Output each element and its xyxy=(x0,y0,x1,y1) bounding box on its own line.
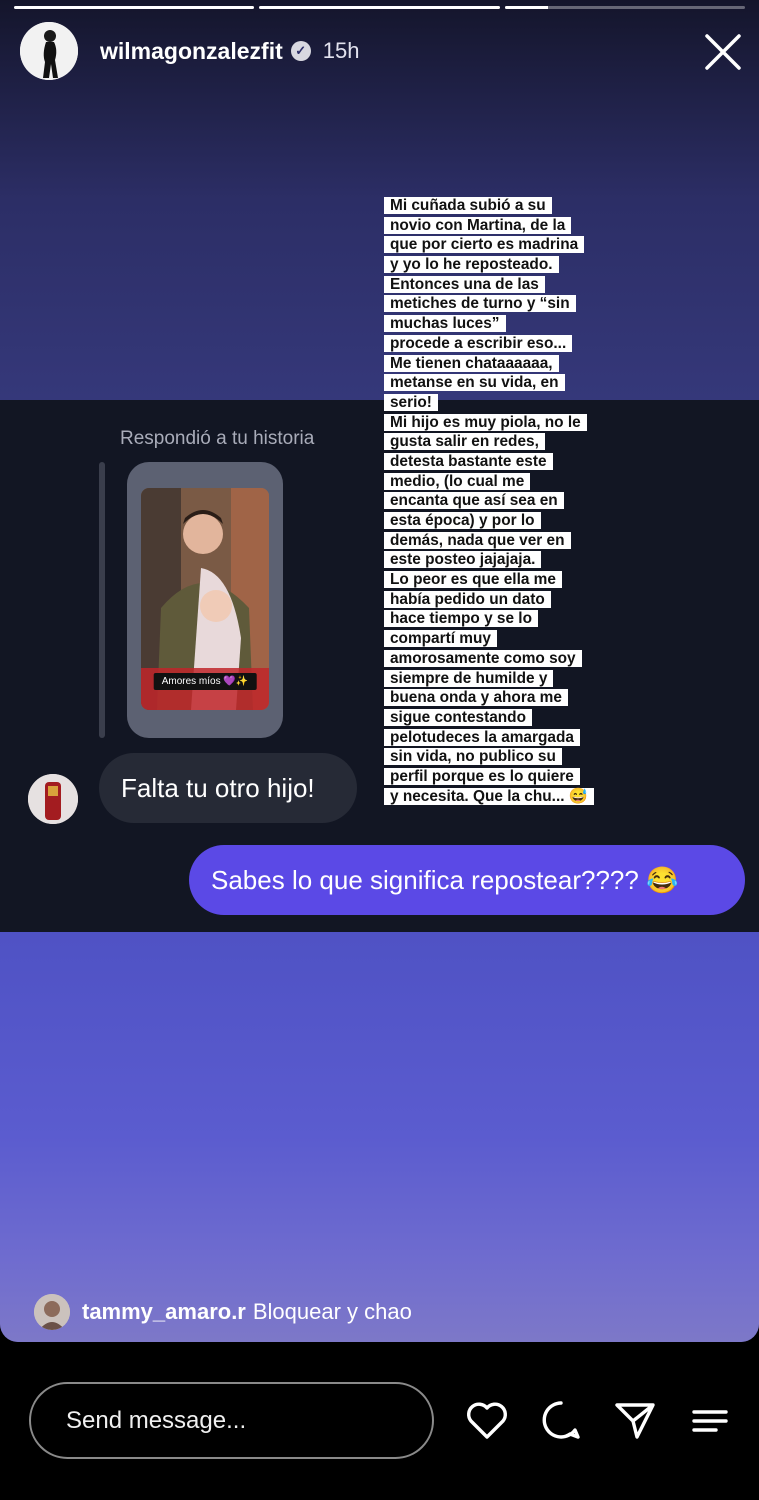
note-line: Me tienen chataaaaaa, xyxy=(384,354,614,374)
note-line-text: serio! xyxy=(384,393,438,411)
mention-username[interactable]: tammy_amaro.r xyxy=(82,1299,246,1325)
story-background-gradient xyxy=(0,932,759,1342)
note-line: metiches de turno y “sin xyxy=(384,294,614,314)
story-time: 15h xyxy=(322,38,360,63)
verified-check-icon: ✓ xyxy=(290,41,311,61)
note-line: medio, (lo cual me xyxy=(384,472,614,492)
note-line: compartí muy xyxy=(384,629,614,649)
replied-to-story-label: Respondió a tu historia xyxy=(120,428,315,449)
note-line: Lo peor es que ella me xyxy=(384,570,614,590)
heart-icon[interactable] xyxy=(465,1398,509,1442)
note-line: Entonces una de las xyxy=(384,275,614,295)
note-line-text: Me tienen chataaaaaa, xyxy=(384,354,559,372)
note-line-text: y necesita. Que la chu... 😅 xyxy=(384,787,594,805)
send-message-input[interactable] xyxy=(29,1382,434,1459)
note-line-text: perfil porque es lo quiere xyxy=(384,767,580,785)
menu-icon[interactable] xyxy=(687,1398,731,1442)
note-line-text: que por cierto es madrina xyxy=(384,236,585,254)
note-line-text: gusta salir en redes, xyxy=(384,433,545,451)
note-line-text: detesta bastante este xyxy=(384,452,553,470)
note-line: hace tiempo y se lo xyxy=(384,609,614,629)
note-line: buena onda y ahora me xyxy=(384,688,614,708)
note-line-text: Mi hijo es muy piola, no le xyxy=(384,413,587,431)
note-line: procede a escribir eso... xyxy=(384,334,614,354)
progress-segment-2 xyxy=(259,6,500,9)
send-icon[interactable] xyxy=(613,1398,657,1442)
note-line-text: medio, (lo cual me xyxy=(384,472,531,490)
note-line-text: procede a escribir eso... xyxy=(384,334,573,352)
note-line: que por cierto es madrina xyxy=(384,235,614,255)
note-line-text: Entonces una de las xyxy=(384,275,545,293)
story-header: wilmagonzalezfit ✓ 15h xyxy=(20,22,745,80)
mention-text: Bloquear y chao xyxy=(252,1299,412,1324)
note-line: muchas luces” xyxy=(384,314,614,334)
note-line: serio! xyxy=(384,393,614,413)
story-progress xyxy=(14,6,745,9)
note-line: perfil porque es lo quiere xyxy=(384,767,614,787)
story-username[interactable]: wilmagonzalezfit xyxy=(100,38,283,65)
note-line: novio con Martina, de la xyxy=(384,216,614,236)
note-line-text: buena onda y ahora me xyxy=(384,689,568,707)
note-line: siempre de humilde y xyxy=(384,669,614,689)
mention-row: tammy_amaro.r Bloquear y chao xyxy=(34,1294,412,1330)
note-line: detesta bastante este xyxy=(384,452,614,472)
story-photo: Amores míos 💜✨ xyxy=(141,488,269,710)
note-line-text: este posteo jajajaja. xyxy=(384,551,542,569)
progress-fill xyxy=(504,6,548,9)
outgoing-message: Sabes lo que significa repostear???? 😂 xyxy=(189,845,745,915)
note-line: y yo lo he reposteado. xyxy=(384,255,614,275)
story-viewer: wilmagonzalezfit ✓ 15h Respondió a tu hi… xyxy=(0,0,759,1342)
note-line-text: amorosamente como soy xyxy=(384,649,582,667)
note-line-text: siempre de humilde y xyxy=(384,669,554,687)
story-thumbnail[interactable]: Amores míos 💜✨ xyxy=(127,462,283,738)
note-line: este posteo jajajaja. xyxy=(384,550,614,570)
note-line: sigue contestando xyxy=(384,708,614,728)
note-line-text: había pedido un dato xyxy=(384,590,551,608)
note-line: demás, nada que ver en xyxy=(384,531,614,551)
note-line-text: metanse en su vida, en xyxy=(384,374,565,392)
note-line-text: esta época) y por lo xyxy=(384,512,541,529)
incoming-message: Falta tu otro hijo! xyxy=(99,753,357,823)
progress-fill xyxy=(14,6,255,9)
note-line: amorosamente como soy xyxy=(384,649,614,669)
reply-quote-bar xyxy=(99,462,105,738)
note-line-text: hace tiempo y se lo xyxy=(384,610,538,628)
profile-avatar[interactable] xyxy=(20,22,78,80)
note-line: metanse en su vida, en xyxy=(384,373,614,393)
note-line: pelotudeces la amargada xyxy=(384,728,614,748)
note-line-text: Lo peor es que ella me xyxy=(384,571,562,589)
close-icon[interactable] xyxy=(701,30,745,74)
note-line-text: y yo lo he reposteado. xyxy=(384,256,559,274)
progress-segment-1 xyxy=(14,6,255,9)
mention-avatar[interactable] xyxy=(34,1294,70,1330)
note-line: esta época) y por lo xyxy=(384,511,614,531)
note-line: Mi cuñada subió a su xyxy=(384,196,614,216)
note-line: había pedido un dato xyxy=(384,590,614,610)
note-line-text: novio con Martina, de la xyxy=(384,216,572,234)
story-text-overlay: Mi cuñada subió a su novio con Martina, d… xyxy=(384,196,614,806)
note-line-text: demás, nada que ver en xyxy=(384,531,571,549)
note-line-text: encanta que así sea en xyxy=(384,492,564,510)
note-line-text: Mi cuñada subió a su xyxy=(384,197,552,214)
story-caption: Amores míos 💜✨ xyxy=(153,673,257,690)
note-line-text: pelotudeces la amargada xyxy=(384,728,580,746)
sender-avatar[interactable] xyxy=(28,774,78,824)
note-line-text: sigue contestando xyxy=(384,708,532,726)
note-line-text: metiches de turno y “sin xyxy=(384,295,576,313)
note-line: gusta salir en redes, xyxy=(384,432,614,452)
note-line: encanta que así sea en xyxy=(384,491,614,511)
note-line-text: sin vida, no publico su xyxy=(384,748,562,766)
note-line-text: muchas luces” xyxy=(384,315,506,333)
progress-segment-3 xyxy=(504,6,745,9)
comment-icon[interactable] xyxy=(539,1398,583,1442)
note-line: sin vida, no publico su xyxy=(384,747,614,767)
note-line: y necesita. Que la chu... 😅 xyxy=(384,787,614,807)
note-line-text: compartí muy xyxy=(384,630,497,648)
progress-fill xyxy=(259,6,500,9)
note-line: Mi hijo es muy piola, no le xyxy=(384,413,614,433)
